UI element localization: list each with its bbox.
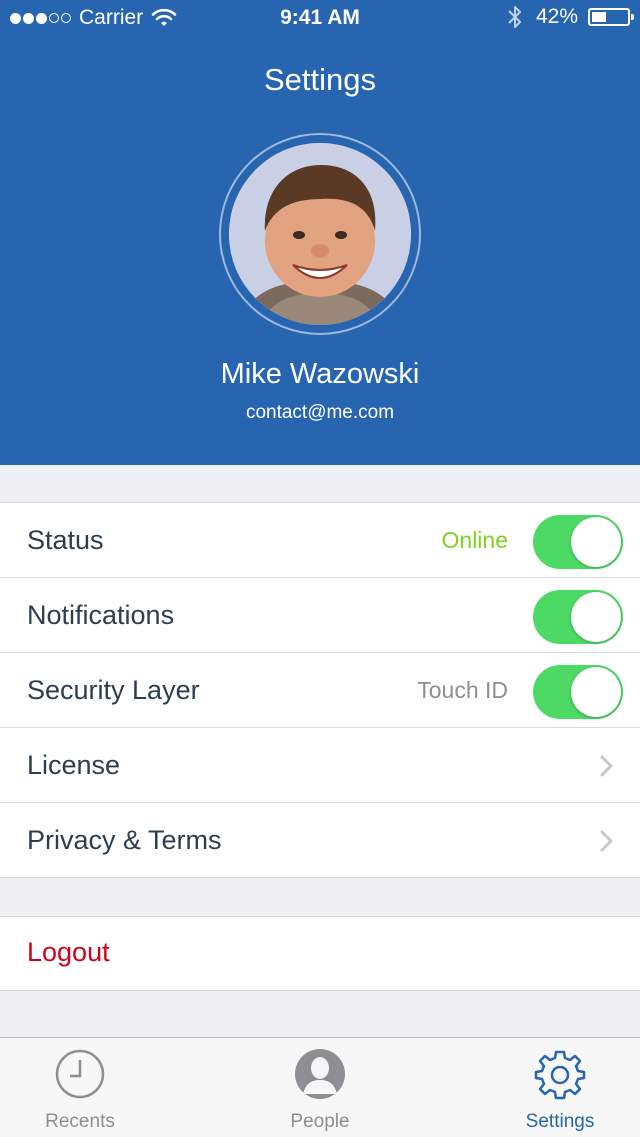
tab-people[interactable]: People [240,1038,400,1137]
logout-label: Logout [27,937,110,967]
logout-button[interactable]: Logout [0,917,640,990]
status-toggle[interactable] [533,515,623,569]
status-bar: Carrier 9:41 AM 42% [0,0,640,36]
row-label: Status [27,525,104,555]
chevron-right-icon [600,830,613,852]
row-label: License [27,750,121,780]
tab-label: Settings [525,1111,595,1132]
security-layer-toggle[interactable] [533,665,623,719]
settings-row-privacy-terms[interactable]: Privacy & Terms [0,803,640,877]
settings-row-license[interactable]: License [0,728,640,803]
user-email: contact@me.com [245,402,395,423]
toggle-knob [571,667,621,717]
row-label: Notifications [27,600,175,630]
avatar-photo [229,143,411,325]
bluetooth-icon [508,6,521,28]
status-bar-right: 42% [506,4,634,30]
battery-level-fill [592,12,606,22]
tab-settings[interactable]: Settings [480,1038,640,1137]
logout-group: Logout [0,916,640,991]
row-label: Security Layer [27,675,200,705]
security-layer-value: Touch ID [417,677,508,703]
notifications-toggle[interactable] [533,590,623,644]
battery-percent: 42% [535,5,578,28]
status-value: Online [441,527,508,553]
battery-icon [588,8,634,26]
battery-tip [631,14,634,20]
toggle-knob [571,592,621,642]
chevron-right-icon [600,755,613,777]
clock-icon [55,1049,105,1099]
settings-row-security-layer: Security Layer Touch ID [0,653,640,728]
user-name: Mike Wazowski [220,358,420,390]
tab-recents[interactable]: Recents [0,1038,160,1137]
settings-row-status: Status Online [0,503,640,578]
person-icon [295,1049,345,1099]
page-title: Settings [263,62,376,97]
tab-bar: Recents People Settings [0,1037,640,1137]
row-label: Privacy & Terms [27,825,222,855]
profile-header: Carrier 9:41 AM 42% Settings Mike Wazows… [0,0,640,465]
tab-label: People [290,1111,350,1132]
gear-icon [534,1050,586,1100]
settings-list: Status Online Notifications Security Lay… [0,502,640,878]
avatar[interactable] [229,143,411,325]
avatar-ring [219,133,421,335]
toggle-knob [571,517,621,567]
tab-label: Recents [45,1111,115,1132]
settings-row-notifications: Notifications [0,578,640,653]
